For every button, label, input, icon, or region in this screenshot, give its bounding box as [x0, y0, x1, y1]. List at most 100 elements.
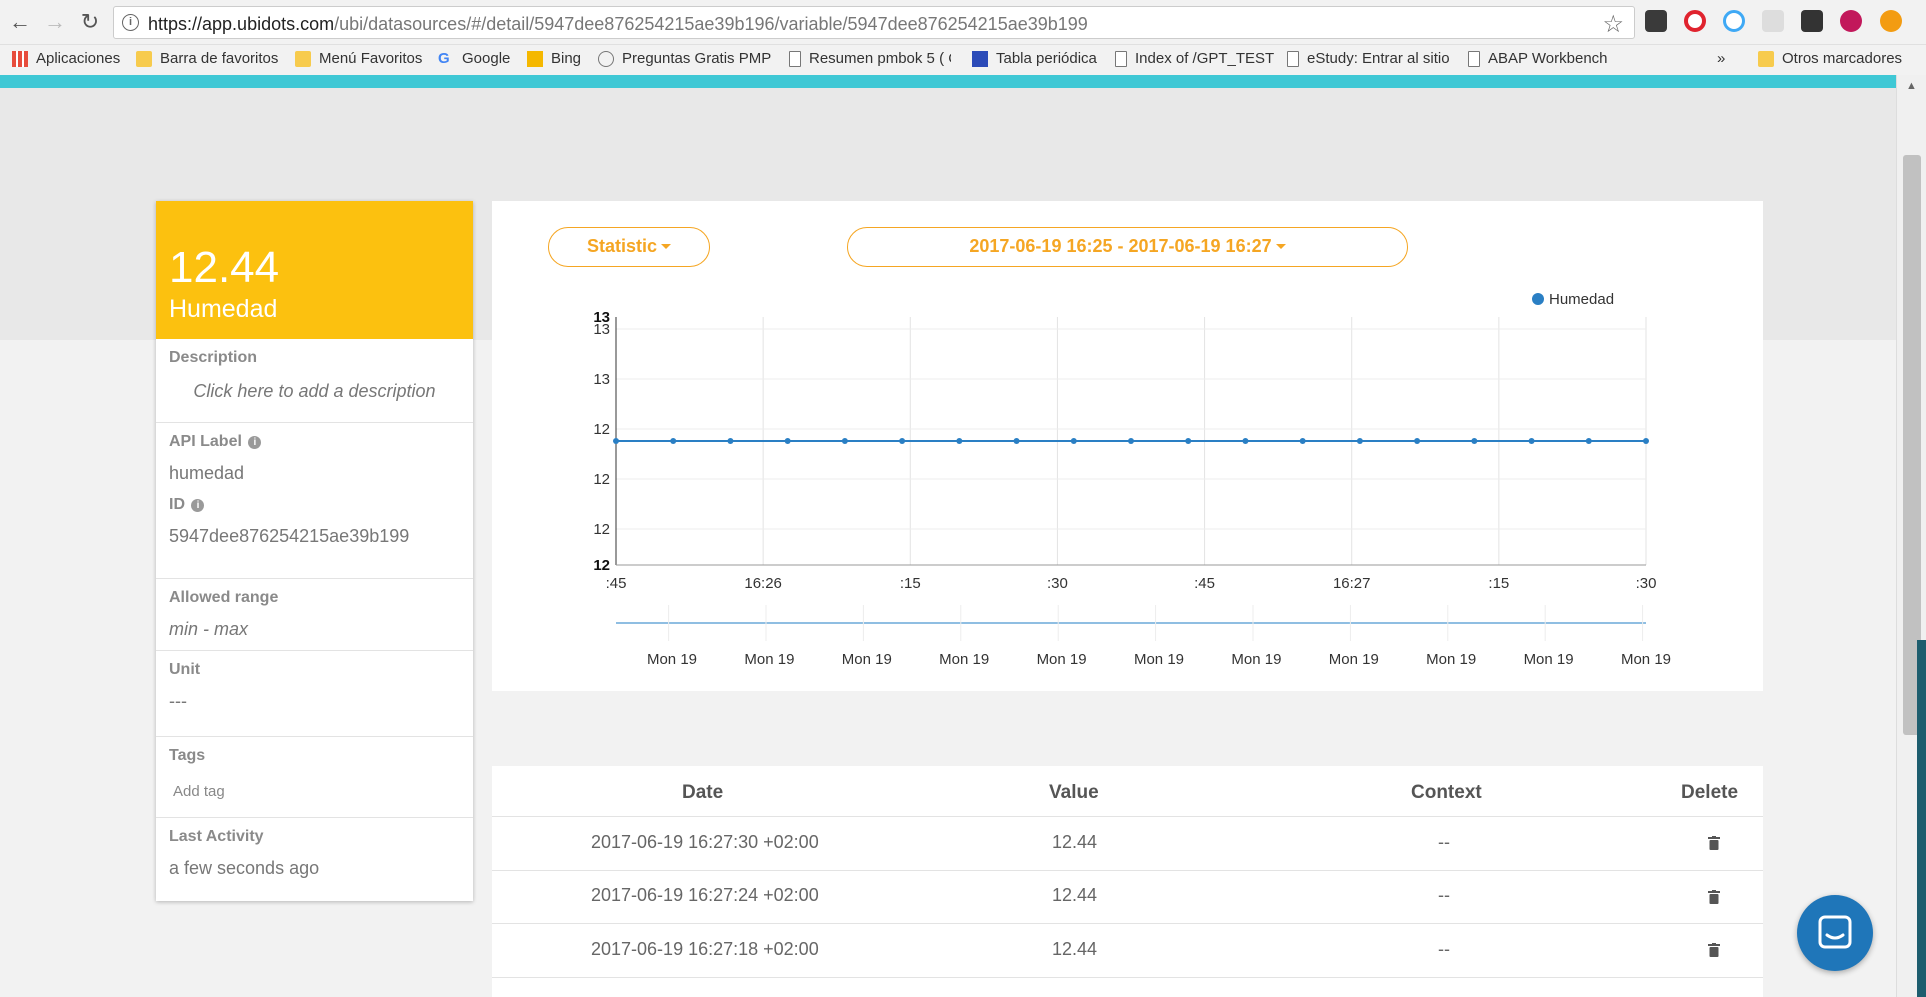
- back-arrow-icon[interactable]: ←: [6, 8, 34, 36]
- bookmark-label: Aplicaciones: [36, 50, 121, 67]
- data-point: [899, 438, 906, 444]
- x-tick-label: :45: [606, 575, 627, 592]
- address-bar-url[interactable]: https://app.ubidots.com/ubi/datasources/…: [148, 14, 1088, 35]
- api-info-section: API Label i humedad ID i 5947dee87625421…: [156, 423, 473, 579]
- x-tick-label: 16:27: [1333, 575, 1371, 592]
- tags-label: Tags: [169, 747, 206, 764]
- opera-extension-icon[interactable]: [1684, 10, 1706, 32]
- forward-arrow-icon[interactable]: →: [41, 8, 69, 36]
- page-icon: [789, 50, 801, 67]
- bookmark-label: eStudy: Entrar al sitio: [1307, 50, 1450, 67]
- unit-label: Unit: [169, 661, 201, 678]
- folder-icon: [136, 50, 152, 67]
- folder-icon: [1758, 50, 1774, 67]
- x-tick-label: :30: [1636, 575, 1657, 592]
- description-label: Description: [169, 349, 258, 366]
- navigator-date-label: Mon 19: [1134, 651, 1184, 668]
- allowed-range-field[interactable]: min - max: [169, 619, 460, 640]
- google-icon: G: [438, 49, 450, 67]
- navigator-date-label: Mon 19: [1231, 651, 1281, 668]
- bookmark-favorites-menu[interactable]: Menú Favoritos: [295, 50, 422, 67]
- legend-marker: [1532, 293, 1544, 305]
- bookmark-estudy[interactable]: eStudy: Entrar al sitio: [1287, 50, 1450, 67]
- bookmark-abap[interactable]: ABAP Workbench: [1468, 50, 1608, 67]
- record-extension-icon[interactable]: [1840, 10, 1862, 32]
- bookmark-favorites-bar[interactable]: Barra de favoritos: [136, 50, 278, 67]
- trash-icon[interactable]: [1708, 890, 1720, 904]
- evernote-extension-icon[interactable]: [1645, 10, 1667, 32]
- api-label-value[interactable]: humedad: [169, 463, 460, 484]
- bookmark-periodic-table[interactable]: Tabla periódica: [972, 50, 1097, 67]
- description-field[interactable]: Click here to add a description: [169, 381, 460, 402]
- data-point: [727, 438, 734, 444]
- data-point: [1128, 438, 1134, 444]
- alert-extension-icon[interactable]: [1880, 10, 1902, 32]
- bookmark-label: Resumen pmbok 5 ( C: [809, 50, 951, 67]
- trash-icon[interactable]: [1708, 943, 1720, 957]
- page-icon: [1468, 50, 1480, 67]
- reload-icon[interactable]: ↻: [76, 8, 104, 36]
- site-info-icon[interactable]: i: [122, 14, 139, 31]
- table-header-date[interactable]: Date: [682, 782, 723, 804]
- pdf-extension-icon[interactable]: [1762, 10, 1784, 32]
- y-tick-label: 13: [593, 371, 610, 388]
- navigator-date-label: Mon 19: [1037, 651, 1087, 668]
- bookmark-other[interactable]: Otros marcadores: [1758, 50, 1902, 67]
- scroll-up-arrow-icon[interactable]: ▲: [1906, 80, 1917, 92]
- variable-info-card: 12.44 Humedad Description Click here to …: [156, 201, 473, 901]
- row-date: 2017-06-19 16:27:24 +02:00: [591, 885, 819, 905]
- data-point: [1528, 438, 1535, 444]
- y-tick-label: 12: [593, 557, 610, 574]
- film-extension-icon[interactable]: [1801, 10, 1823, 32]
- bookmark-pmbok[interactable]: Resumen pmbok 5 ( C: [789, 50, 951, 67]
- variable-name[interactable]: Humedad: [169, 293, 460, 325]
- row-date: 2017-06-19 16:27:18 +02:00: [591, 939, 819, 959]
- humedad-line-chart[interactable]: :45 16:26:15:30:45 16:27:15:30131313121212…: [492, 201, 1763, 691]
- chat-icon: [1818, 915, 1852, 949]
- legend-label: Humedad: [1549, 291, 1614, 308]
- id-value: 5947dee876254215ae39b199: [169, 526, 410, 546]
- data-point: [1013, 438, 1020, 444]
- navigator-date-label: Mon 19: [1524, 651, 1574, 668]
- chat-launcher-button[interactable]: [1797, 895, 1873, 971]
- x-tick-label: :45: [1194, 575, 1215, 592]
- row-date: 2017-06-19 16:27:30 +02:00: [591, 832, 819, 852]
- table-header-context: Context: [1411, 782, 1482, 803]
- add-tag-input[interactable]: Add tag: [173, 783, 460, 800]
- header-divider: [492, 816, 1763, 817]
- description-section: Description Click here to add a descript…: [156, 339, 473, 423]
- data-point: [1643, 438, 1649, 444]
- navigator-date-label: Mon 19: [842, 651, 892, 668]
- apps-icon: [12, 50, 28, 67]
- chart-card: Statistic 2017-06-19 16:25 - 2017-06-19 …: [492, 201, 1763, 691]
- navigator-date-label: Mon 19: [1329, 651, 1379, 668]
- bookmark-label: Google: [462, 50, 511, 67]
- bookmarks-more-button[interactable]: »: [1717, 50, 1725, 67]
- trash-icon[interactable]: [1708, 836, 1720, 850]
- bookmark-label: Tabla periódica: [996, 50, 1097, 67]
- unit-field[interactable]: ---: [169, 691, 460, 712]
- values-table: Date Value Context Delete 2017-06-19 16:…: [492, 766, 1763, 997]
- bookmark-gpt-test[interactable]: Index of /GPT_TEST: [1115, 50, 1274, 67]
- bookmark-bing[interactable]: Bing: [527, 50, 581, 67]
- url-path: /ubi/datasources/#/detail/5947dee8762542…: [334, 14, 1088, 34]
- bookmark-star-icon[interactable]: ☆: [1602, 10, 1624, 39]
- bookmark-label: Barra de favoritos: [160, 50, 279, 67]
- row-divider: [492, 977, 1763, 978]
- last-activity-label: Last Activity: [169, 828, 264, 845]
- bookmark-google[interactable]: G Google: [438, 50, 510, 67]
- bookmark-pmp[interactable]: Preguntas Gratis PMP: [598, 50, 771, 67]
- last-value: 12.44: [169, 243, 280, 292]
- row-value: 12.44: [1052, 885, 1098, 905]
- play-extension-icon[interactable]: [1723, 10, 1745, 32]
- info-icon[interactable]: i: [248, 436, 262, 449]
- bookmark-apps[interactable]: Aplicaciones: [12, 50, 120, 67]
- row-value: 12.44: [1052, 939, 1098, 959]
- allowed-range-label: Allowed range: [169, 589, 279, 606]
- x-tick-label: :15: [900, 575, 921, 592]
- address-bar[interactable]: i https://app.ubidots.com/ubi/datasource…: [113, 6, 1635, 39]
- table-header-value[interactable]: Value: [1049, 782, 1099, 804]
- info-icon[interactable]: i: [191, 499, 205, 512]
- data-point: [1299, 438, 1306, 444]
- api-label-heading: API Label i: [169, 433, 460, 451]
